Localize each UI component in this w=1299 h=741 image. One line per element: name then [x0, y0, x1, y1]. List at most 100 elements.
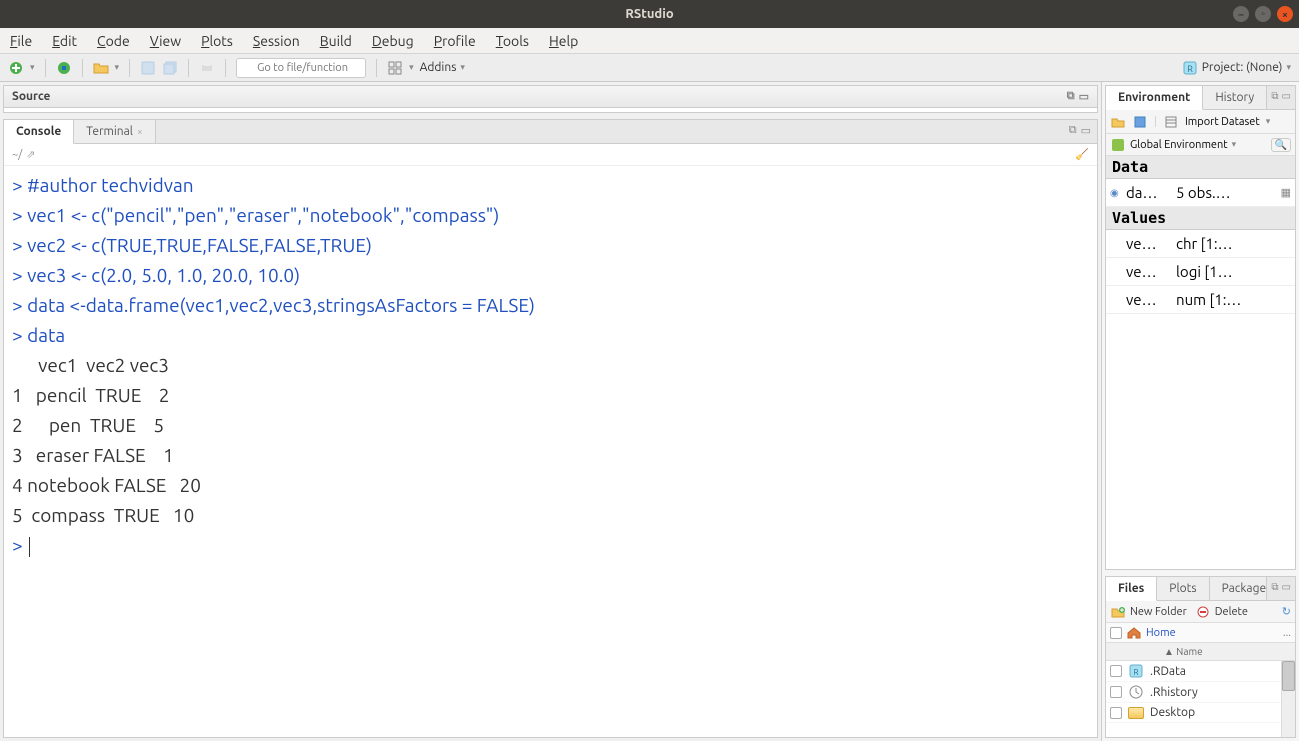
goto-file-input[interactable]: [236, 58, 366, 78]
import-dataset-icon[interactable]: [1163, 114, 1179, 130]
table-icon[interactable]: ▦: [1281, 186, 1291, 199]
window-titlebar: RStudio – ▫ ×: [0, 0, 1299, 28]
window-close-button[interactable]: ×: [1277, 6, 1293, 22]
menu-tools[interactable]: Tools: [496, 33, 529, 49]
file-checkbox[interactable]: [1110, 707, 1122, 719]
env-row[interactable]: ve…logi [1…: [1106, 258, 1295, 286]
r-icon: [1110, 137, 1126, 153]
file-row[interactable]: .Rhistory: [1106, 682, 1295, 703]
env-row[interactable]: ve…chr [1:…: [1106, 230, 1295, 258]
files-toolbar: New Folder Delete ↻: [1106, 601, 1295, 623]
tab-packages[interactable]: Packages: [1210, 577, 1268, 600]
window-minimize-button[interactable]: –: [1233, 6, 1249, 22]
save-icon[interactable]: [140, 60, 156, 76]
tab-terminal[interactable]: Terminal×: [74, 120, 155, 143]
popout-icon[interactable]: ⇗: [26, 148, 35, 161]
close-icon[interactable]: ×: [137, 126, 143, 137]
search-icon[interactable]: 🔍: [1271, 138, 1291, 152]
console-output[interactable]: > #author techvidvan> vec1 <- c("pencil"…: [4, 166, 1097, 737]
console-prompt[interactable]: >: [12, 530, 1089, 560]
tab-environment[interactable]: Environment: [1106, 86, 1203, 110]
files-breadcrumb: Home ...: [1106, 623, 1295, 643]
refresh-icon[interactable]: ↻: [1282, 605, 1291, 618]
select-all-checkbox[interactable]: [1110, 627, 1122, 639]
name-column-header[interactable]: ▲ Name: [1164, 646, 1203, 658]
env-scope-selector[interactable]: Global Environment: [1130, 139, 1228, 151]
menu-plots[interactable]: Plots: [201, 33, 233, 49]
pane-collapse-icon[interactable]: ▭: [1079, 90, 1089, 103]
tab-plots[interactable]: Plots: [1157, 577, 1209, 600]
save-workspace-icon[interactable]: [1132, 114, 1148, 130]
environment-pane: Environment History ⧉ ▭ | Import Dataset…: [1105, 85, 1296, 570]
pane-collapse-icon[interactable]: ▭: [1282, 581, 1291, 596]
console-line: > data <-data.frame(vec1,vec2,vec3,strin…: [12, 290, 1089, 320]
window-maximize-button[interactable]: ▫: [1255, 6, 1271, 22]
menu-file[interactable]: File: [10, 33, 32, 49]
env-body: Data◉da…5 obs.…▦Valuesve…chr [1:…ve…logi…: [1106, 156, 1295, 569]
project-menu[interactable]: R Project: (None) ▾: [1182, 60, 1291, 76]
console-tabs: Console Terminal× ⧉ ▭: [4, 120, 1097, 144]
file-row[interactable]: Desktop: [1106, 703, 1295, 723]
env-row[interactable]: ◉da…5 obs.…▦: [1106, 179, 1295, 207]
delete-button[interactable]: Delete: [1215, 606, 1248, 618]
file-checkbox[interactable]: [1110, 686, 1122, 698]
console-line: > vec1 <- c("pencil","pen","eraser","not…: [12, 200, 1089, 230]
env-scope-bar: Global Environment ▾ 🔍: [1106, 134, 1295, 156]
console-line: 3 eraser FALSE 1: [12, 440, 1089, 470]
env-tabs: Environment History ⧉ ▭: [1106, 86, 1295, 110]
window-title: RStudio: [625, 7, 673, 21]
pane-restore-icon[interactable]: ⧉: [1271, 581, 1278, 596]
print-icon[interactable]: [199, 60, 215, 76]
save-all-icon[interactable]: [162, 60, 178, 76]
source-pane-title: Source: [12, 90, 50, 103]
menu-profile[interactable]: Profile: [434, 33, 476, 49]
tab-console[interactable]: Console: [4, 120, 74, 144]
addins-menu[interactable]: Addins ▾: [420, 61, 465, 74]
menu-help[interactable]: Help: [549, 33, 578, 49]
menu-code[interactable]: Code: [97, 33, 130, 49]
menu-session[interactable]: Session: [253, 33, 300, 49]
menu-view[interactable]: View: [150, 33, 181, 49]
new-project-icon[interactable]: [56, 60, 72, 76]
env-toolbar: | Import Dataset ▾: [1106, 110, 1295, 134]
pane-restore-icon[interactable]: ⧉: [1067, 90, 1075, 103]
pane-maximize-icon[interactable]: ▭: [1081, 124, 1091, 139]
file-row[interactable]: R.RData: [1106, 661, 1295, 682]
breadcrumb-home[interactable]: Home: [1146, 627, 1176, 639]
more-icon[interactable]: ...: [1283, 627, 1291, 639]
tab-history[interactable]: History: [1203, 86, 1267, 109]
dropdown-icon[interactable]: ▾: [30, 62, 35, 73]
pane-restore-icon[interactable]: ⧉: [1069, 124, 1077, 139]
console-line: 5 compass TRUE 10: [12, 500, 1089, 530]
delete-icon[interactable]: [1195, 604, 1211, 620]
main-toolbar: ▾ ▾ ➜ ▾ Addins ▾ R Project: (None) ▾: [0, 54, 1299, 82]
dropdown-icon[interactable]: ▾: [409, 62, 414, 73]
folder-icon: [1128, 707, 1144, 719]
menu-build[interactable]: Build: [320, 33, 352, 49]
tab-files[interactable]: Files: [1106, 577, 1157, 601]
pane-collapse-icon[interactable]: ▭: [1282, 90, 1291, 105]
open-file-icon[interactable]: [93, 60, 109, 76]
files-list-header: ▲ Name: [1106, 643, 1295, 661]
new-file-icon[interactable]: [8, 60, 24, 76]
source-pane: Source ⧉ ▭: [3, 85, 1098, 113]
home-icon[interactable]: [1126, 625, 1142, 641]
load-workspace-icon[interactable]: [1110, 114, 1126, 130]
menu-edit[interactable]: Edit: [52, 33, 77, 49]
file-name: Desktop: [1150, 706, 1195, 719]
scrollbar[interactable]: [1281, 661, 1295, 737]
grid-icon[interactable]: [387, 60, 403, 76]
new-folder-icon[interactable]: [1110, 604, 1126, 620]
dropdown-icon[interactable]: ▾: [115, 62, 120, 73]
import-dataset-button[interactable]: Import Dataset: [1185, 116, 1260, 128]
env-row[interactable]: ve…num [1:…: [1106, 286, 1295, 314]
file-checkbox[interactable]: [1110, 665, 1122, 677]
console-line: > vec3 <- c(2.0, 5.0, 1.0, 20.0, 10.0): [12, 260, 1089, 290]
menu-debug[interactable]: Debug: [372, 33, 414, 49]
pane-restore-icon[interactable]: ⧉: [1271, 90, 1278, 105]
console-line: 1 pencil TRUE 2: [12, 380, 1089, 410]
clear-console-icon[interactable]: 🧹: [1075, 148, 1089, 161]
console-line: > #author techvidvan: [12, 170, 1089, 200]
files-tabs: Files Plots Packages ⧉ ▭: [1106, 577, 1295, 601]
new-folder-button[interactable]: New Folder: [1130, 606, 1187, 618]
